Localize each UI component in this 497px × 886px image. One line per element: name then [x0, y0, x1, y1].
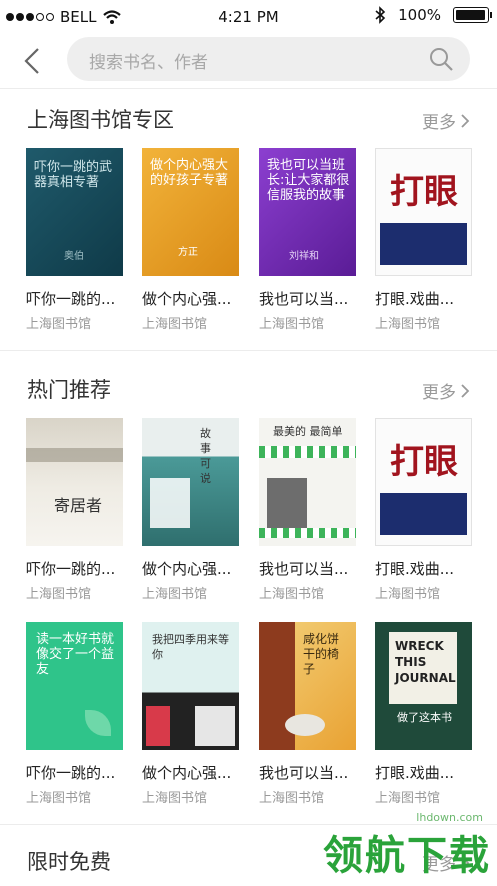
bluetooth-icon	[375, 6, 386, 24]
book-card[interactable]: 我也可以当班长:让大家都很信服我的故事 刘祥和 我也可以当... 上海图书馆	[259, 148, 356, 332]
book-card[interactable]: 寄居者 吓你一跳的... 上海图书馆	[26, 418, 123, 602]
divider	[0, 88, 497, 89]
chevron-right-icon	[461, 113, 470, 128]
cover-title: 吓你一跳的武器真相专著	[34, 160, 113, 190]
book-title: 吓你一跳的...	[26, 560, 116, 578]
search-bar: 搜索书名、作者	[0, 34, 497, 88]
book-card[interactable]: WRECK THIS JOURNAL 做了这本书 打眼.戏曲... 上海图书馆	[375, 622, 472, 806]
book-source: 上海图书馆	[375, 587, 441, 602]
cover-title: 打眼	[390, 172, 458, 212]
book-source: 上海图书馆	[26, 587, 92, 602]
book-card[interactable]: 吓你一跳的武器真相专著 奥伯 吓你一跳的... 上海图书馆	[26, 148, 123, 332]
book-card[interactable]: 故事可说 做个内心强... 上海图书馆	[142, 418, 239, 602]
book-card[interactable]: 读一本好书就像交了一个益友 吓你一跳的... 上海图书馆	[26, 622, 123, 806]
search-icon[interactable]	[428, 46, 454, 72]
cover-title: 寄居者	[54, 496, 103, 515]
book-source: 上海图书馆	[259, 791, 325, 806]
book-source: 上海图书馆	[26, 791, 92, 806]
watermark: lhdown.com 领航下载	[323, 811, 491, 881]
book-title: 吓你一跳的...	[26, 764, 116, 782]
book-title: 打眼.戏曲...	[375, 560, 455, 578]
status-bar: BELL 4:21 PM 100%	[0, 0, 497, 34]
battery-percent: 100%	[398, 6, 441, 24]
section-title: 热门推荐	[27, 378, 111, 402]
more-label: 更多	[422, 113, 456, 133]
book-cover: 故事可说	[142, 418, 239, 546]
back-arrow-icon[interactable]	[18, 44, 48, 78]
book-title: 做个内心强...	[142, 290, 232, 308]
book-title: 做个内心强...	[142, 560, 232, 578]
more-link[interactable]: 更多	[422, 108, 470, 133]
chevron-right-icon	[461, 383, 470, 398]
book-cover: 我把四季用来等你	[142, 622, 239, 750]
book-cover: 我也可以当班长:让大家都很信服我的故事 刘祥和	[259, 148, 356, 276]
cover-title: 我也可以当班长:让大家都很信服我的故事	[267, 158, 350, 203]
cover-title: WRECK THIS JOURNAL	[395, 639, 456, 685]
book-title: 做个内心强...	[142, 764, 232, 782]
book-card[interactable]: 打眼 打眼.戏曲... 上海图书馆	[375, 418, 472, 602]
book-card[interactable]: 咸化饼干的椅子 我也可以当... 上海图书馆	[259, 622, 356, 806]
book-cover: WRECK THIS JOURNAL 做了这本书	[375, 622, 472, 750]
book-cover: 吓你一跳的武器真相专著 奥伯	[26, 148, 123, 276]
book-card[interactable]: 最美的 最简单 我也可以当... 上海图书馆	[259, 418, 356, 602]
battery-icon	[453, 7, 492, 23]
book-title: 我也可以当...	[259, 290, 349, 308]
book-cover: 咸化饼干的椅子	[259, 622, 356, 750]
divider	[0, 350, 497, 351]
search-placeholder: 搜索书名、作者	[89, 53, 208, 73]
book-cover: 寄居者	[26, 418, 123, 546]
book-cover: 最美的 最简单	[259, 418, 356, 546]
cover-author: 奥伯	[64, 251, 84, 262]
watermark-text: 领航下载	[323, 833, 491, 879]
cover-title: 咸化饼干的椅子	[303, 632, 340, 676]
cover-author: 刘祥和	[289, 251, 319, 262]
book-title: 打眼.戏曲...	[375, 764, 455, 782]
cover-title: 故事可说	[200, 427, 211, 485]
book-title: 我也可以当...	[259, 560, 349, 578]
cover-author: 方正	[178, 247, 198, 258]
book-card[interactable]: 打眼 打眼.戏曲... 上海图书馆	[375, 148, 472, 332]
more-link[interactable]: 更多	[422, 378, 470, 403]
book-cover: 打眼	[375, 148, 472, 276]
book-cover: 读一本好书就像交了一个益友	[26, 622, 123, 750]
section-header-shanghai: 上海图书馆专区 更多	[0, 104, 497, 144]
book-source: 上海图书馆	[142, 587, 208, 602]
book-source: 上海图书馆	[259, 587, 325, 602]
watermark-site: lhdown.com	[416, 811, 483, 824]
book-title: 吓你一跳的...	[26, 290, 116, 308]
cover-title: 打眼	[390, 442, 458, 482]
book-source: 上海图书馆	[142, 317, 208, 332]
cover-subtitle: 做了这本书	[397, 711, 452, 724]
book-card[interactable]: 做个内心强大的好孩子专著 方正 做个内心强... 上海图书馆	[142, 148, 239, 332]
search-input[interactable]: 搜索书名、作者	[67, 37, 470, 81]
book-cover: 做个内心强大的好孩子专著 方正	[142, 148, 239, 276]
section-header-hot: 热门推荐 更多	[0, 374, 497, 414]
book-source: 上海图书馆	[375, 317, 441, 332]
more-label: 更多	[422, 383, 456, 403]
book-card[interactable]: 我把四季用来等你 做个内心强... 上海图书馆	[142, 622, 239, 806]
cover-title: 最美的 最简单	[273, 425, 343, 438]
book-title: 打眼.戏曲...	[375, 290, 455, 308]
book-cover: 打眼	[375, 418, 472, 546]
cover-title: 我把四季用来等你	[152, 633, 229, 661]
cover-title: 做个内心强大的好孩子专著	[150, 158, 229, 188]
book-source: 上海图书馆	[375, 791, 441, 806]
cover-title: 读一本好书就像交了一个益友	[36, 632, 115, 677]
book-source: 上海图书馆	[259, 317, 325, 332]
book-source: 上海图书馆	[142, 791, 208, 806]
book-title: 我也可以当...	[259, 764, 349, 782]
section-title: 上海图书馆专区	[27, 108, 174, 132]
book-source: 上海图书馆	[26, 317, 92, 332]
section-title: 限时免费	[27, 850, 111, 874]
